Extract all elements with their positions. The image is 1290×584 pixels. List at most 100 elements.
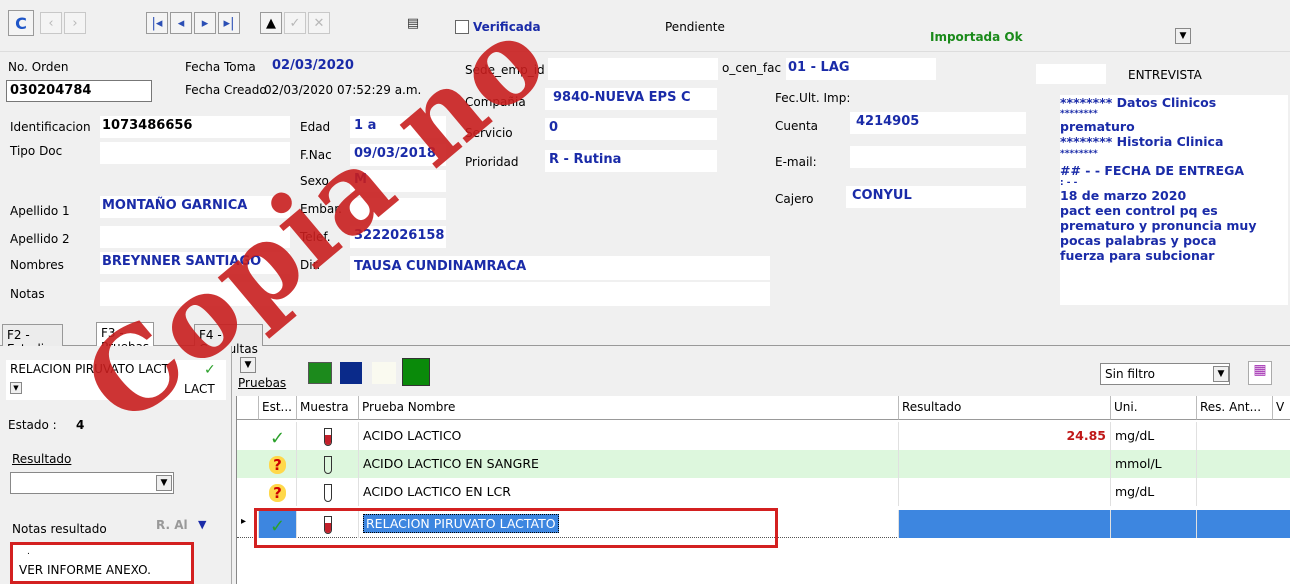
- col-header-uni[interactable]: Uni.: [1111, 396, 1197, 420]
- edad-label: Edad: [300, 120, 331, 134]
- chevron-down-icon[interactable]: ▼: [198, 518, 206, 531]
- tab-estudios[interactable]: F2 - Estudios: [2, 324, 63, 356]
- chevron-down-icon[interactable]: ▼: [1175, 28, 1191, 44]
- no-orden-field[interactable]: 030204784: [6, 80, 152, 102]
- apellido1-label: Apellido 1: [10, 204, 70, 218]
- next-record-button[interactable]: ▸: [194, 12, 216, 34]
- row-indicator-header: [237, 396, 259, 420]
- resultado-select[interactable]: ▼: [10, 472, 174, 494]
- toolbar: C ‹ › |◂ ◂ ▸ ▸| ▲ ✓ ✕ ▤ Verificada Pendi…: [0, 0, 1290, 52]
- embar-field[interactable]: [350, 198, 446, 220]
- sede-field[interactable]: [548, 58, 718, 80]
- clinical-note-line: pocas palabras y poca: [1060, 233, 1217, 248]
- col-header-v[interactable]: V: [1273, 396, 1290, 420]
- edad-field[interactable]: 1 a: [350, 116, 446, 138]
- check-icon: ✓: [269, 516, 286, 537]
- red-tube-icon: [323, 428, 332, 446]
- identificacion-label: Identificacion: [10, 120, 91, 134]
- col-header-prueba-nombre[interactable]: Prueba Nombre: [359, 396, 899, 420]
- test-name-box[interactable]: RELACION PIRUVATO LACT LACT ▼ ✓: [6, 360, 226, 400]
- resultado-label: Resultado: [12, 452, 72, 466]
- cajero-field[interactable]: CONYUL: [846, 186, 1026, 208]
- col-header-resultado[interactable]: Resultado: [899, 396, 1111, 420]
- question-icon: ?: [269, 484, 286, 502]
- verificada-label: Verificada: [473, 20, 541, 34]
- prueba-name: ACIDO LACTICO EN LCR: [359, 478, 899, 506]
- unit-value: mmol/L: [1111, 450, 1197, 478]
- o-cen-extra-field[interactable]: [1036, 64, 1106, 84]
- table-row[interactable]: ? ACIDO LACTICO EN SANGRE mmol/L: [237, 450, 1290, 478]
- fnac-field[interactable]: 09/03/2018: [350, 144, 446, 166]
- entrevista-label: ENTREVISTA: [1128, 68, 1202, 82]
- tipo-doc-field[interactable]: [100, 142, 290, 164]
- fecha-creado-value: 02/03/2020 07:52:29 a.m.: [264, 83, 422, 97]
- prioridad-field[interactable]: R - Rutina: [545, 150, 717, 172]
- chevron-down-icon[interactable]: ▼: [156, 475, 172, 491]
- prueba-name: ACIDO LACTICO EN SANGRE: [359, 450, 899, 478]
- first-record-button[interactable]: |◂: [146, 12, 168, 34]
- clinical-note-line: 18 de marzo 2020: [1060, 188, 1187, 203]
- sexo-label: Sexo: [300, 174, 329, 188]
- fecha-toma-label: Fecha Toma: [185, 60, 256, 74]
- resultado-value[interactable]: [899, 450, 1111, 478]
- last-record-button[interactable]: ▸|: [218, 12, 240, 34]
- resultado-value[interactable]: [899, 510, 1111, 538]
- row-pointer-icon: ▸: [237, 510, 259, 538]
- apellido2-field[interactable]: [100, 226, 290, 248]
- notas-field[interactable]: [100, 282, 770, 306]
- clinical-note-line: ******** Historia Clinica: [1060, 134, 1224, 149]
- prev-button[interactable]: ‹: [40, 12, 62, 34]
- resultado-value[interactable]: 24.85: [899, 422, 1111, 450]
- tab-pruebas[interactable]: F3 - Pruebas: [96, 322, 155, 354]
- edit-button[interactable]: ✓: [284, 12, 306, 34]
- identificacion-field[interactable]: 1073486656: [100, 116, 290, 138]
- print-icon[interactable]: ▤: [402, 12, 424, 34]
- green-status-swatch[interactable]: [308, 362, 332, 384]
- white-status-swatch[interactable]: [372, 362, 396, 384]
- table-row[interactable]: ✓ ACIDO LACTICO 24.85 mg/dL: [237, 422, 1290, 450]
- tipo-doc-label: Tipo Doc: [10, 144, 63, 158]
- estado-value: 4: [76, 418, 85, 432]
- estado-label: Estado :: [8, 418, 57, 432]
- cuenta-label: Cuenta: [775, 119, 819, 133]
- col-header-est[interactable]: Est...: [259, 396, 297, 420]
- dir-label: Dir.: [300, 258, 321, 272]
- apellido1-field[interactable]: MONTAÑO GARNICA: [100, 196, 290, 218]
- chevron-down-icon[interactable]: ▼: [1213, 366, 1229, 382]
- clinical-notes[interactable]: ******** Datos Clinicos ******** prematu…: [1060, 95, 1288, 305]
- clinical-note-line: pact een control pq es: [1060, 203, 1218, 218]
- insert-button[interactable]: ▲: [260, 12, 282, 34]
- o-cen-label: o_cen_fac: [722, 61, 782, 75]
- cuenta-field[interactable]: 4214905: [850, 112, 1026, 134]
- resultado-value[interactable]: [899, 478, 1111, 506]
- sexo-field[interactable]: M: [350, 170, 446, 192]
- dir-field[interactable]: TAUSA CUNDINAMRACA: [350, 256, 770, 280]
- email-field[interactable]: [850, 146, 1026, 168]
- table-row[interactable]: ? ACIDO LACTICO EN LCR mg/dL: [237, 478, 1290, 506]
- check-icon: ✓: [204, 362, 216, 378]
- servicio-field[interactable]: 0: [545, 118, 717, 140]
- col-header-res-ant[interactable]: Res. Ant...: [1197, 396, 1273, 420]
- chevron-down-icon[interactable]: ▼: [10, 382, 22, 394]
- unit-value: mg/dL: [1111, 478, 1197, 506]
- chart-icon[interactable]: ▦: [1248, 361, 1272, 385]
- chevron-down-icon[interactable]: ▼: [240, 357, 256, 373]
- o-cen-field[interactable]: 01 - LAG: [786, 58, 936, 80]
- next-button[interactable]: ›: [64, 12, 86, 34]
- table-row-selected[interactable]: ▸ ✓ RELACION PIRUVATO LACTATO: [237, 510, 1290, 538]
- compania-field[interactable]: 9840-NUEVA EPS C: [545, 88, 717, 110]
- notas-resultado-box[interactable]: . VER INFORME ANEXO.: [10, 542, 194, 584]
- telef-label: Telef.: [300, 230, 331, 244]
- col-header-muestra[interactable]: Muestra: [297, 396, 359, 420]
- tab-consultas[interactable]: F4 - Consultas: [194, 324, 263, 356]
- verificada-checkbox[interactable]: [455, 20, 469, 34]
- empty-tube-icon: [323, 456, 332, 474]
- dark-green-status-swatch[interactable]: [402, 358, 430, 386]
- telef-field[interactable]: 3222026158: [350, 226, 446, 248]
- filter-select[interactable]: Sin filtro ▼: [1100, 363, 1230, 385]
- blue-status-swatch[interactable]: [340, 362, 362, 384]
- nombres-field[interactable]: BREYNNER SANTIAGO: [100, 252, 290, 274]
- refresh-button[interactable]: C: [8, 10, 34, 36]
- cancel-button[interactable]: ✕: [308, 12, 330, 34]
- previous-record-button[interactable]: ◂: [170, 12, 192, 34]
